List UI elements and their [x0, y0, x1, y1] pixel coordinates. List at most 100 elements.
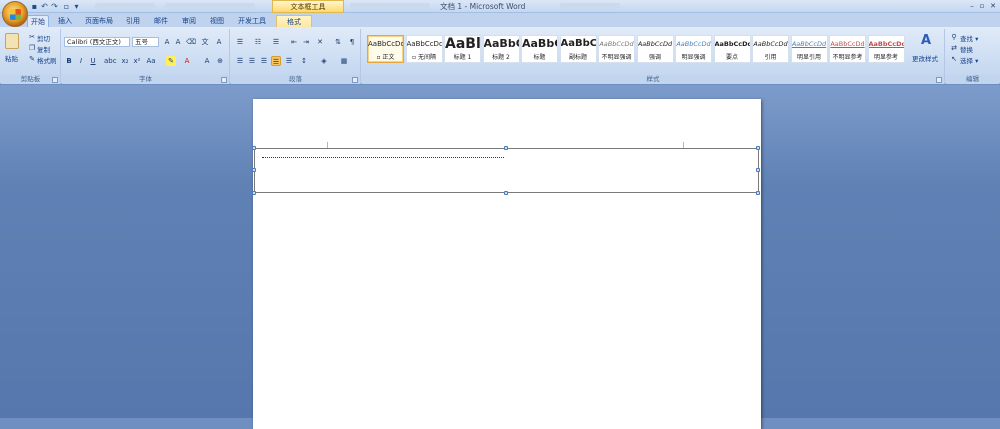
change-styles-button[interactable]: 更改样式	[912, 53, 938, 63]
strikethrough-icon[interactable]: abc	[104, 56, 117, 66]
style-item[interactable]: AaBbCcDd 不明显强调	[598, 35, 635, 63]
styles-launcher-icon[interactable]	[936, 77, 942, 83]
grow-font-icon[interactable]: A	[162, 37, 172, 47]
numbering-icon[interactable]: ☷	[253, 37, 263, 47]
change-case-icon[interactable]: Aa	[146, 56, 156, 66]
style-item[interactable]: AaBbCcDd 要点	[713, 35, 751, 63]
sort-icon[interactable]: ⇅	[333, 37, 343, 47]
style-item[interactable]: AaBbCcDd 强调	[636, 35, 674, 63]
copy-icon[interactable]: ❐	[27, 43, 37, 53]
select-button[interactable]: 选择 ▾	[960, 55, 978, 65]
font-color-icon[interactable]: A	[182, 56, 192, 66]
phonetic-guide-icon[interactable]: 文	[200, 37, 210, 47]
office-logo-icon	[10, 9, 21, 20]
cut-button[interactable]: 剪切	[37, 33, 50, 43]
chinese-layout-icon[interactable]: ✕	[315, 37, 325, 47]
distributed-icon[interactable]: ☰	[284, 56, 294, 66]
align-center-icon[interactable]: ☰	[247, 56, 257, 66]
line-spacing-icon[interactable]: ↕	[299, 56, 309, 66]
style-item[interactable]: AaBbC 标题	[521, 35, 558, 63]
undo-icon[interactable]: ↶	[40, 2, 49, 11]
qat-dropdown-icon[interactable]: ▾	[72, 2, 81, 11]
print-preview-icon[interactable]: ▫	[62, 2, 71, 11]
shrink-font-icon[interactable]: A	[173, 37, 183, 47]
font-launcher-icon[interactable]	[221, 77, 227, 83]
style-item[interactable]: AaBbCcDd ▫ 无间隔	[405, 35, 443, 63]
copy-button[interactable]: 复制	[37, 44, 50, 54]
clear-format-icon[interactable]: ⌫	[186, 37, 196, 47]
borders-icon[interactable]: ▦	[339, 56, 349, 66]
tab-page-layout[interactable]: 页面布局	[82, 15, 116, 27]
resize-handle[interactable]	[252, 191, 256, 195]
cut-icon[interactable]: ✂	[27, 32, 37, 42]
office-button[interactable]	[2, 1, 28, 27]
justify-icon[interactable]: ☰	[271, 56, 281, 66]
increase-indent-icon[interactable]: ⇥	[301, 37, 311, 47]
font-name-select[interactable]: Calibri (西文正文)	[64, 37, 130, 47]
resize-handle[interactable]	[252, 146, 256, 150]
clipboard-launcher-icon[interactable]	[52, 77, 58, 83]
resize-handle[interactable]	[756, 191, 760, 195]
tab-insert[interactable]: 插入	[55, 15, 75, 27]
align-left-icon[interactable]: ☰	[235, 56, 245, 66]
replace-button[interactable]: 替换	[960, 44, 973, 54]
change-styles-icon[interactable]: A	[918, 33, 934, 49]
char-border-icon[interactable]: ⊕	[215, 56, 225, 66]
close-icon[interactable]: ✕	[989, 2, 997, 10]
bullets-icon[interactable]: ☰	[235, 37, 245, 47]
tab-review[interactable]: 审阅	[179, 15, 199, 27]
char-shading-icon[interactable]: A	[202, 56, 212, 66]
find-icon[interactable]: ⚲	[949, 32, 959, 42]
replace-icon[interactable]: ⇄	[949, 43, 959, 53]
tab-mailings[interactable]: 邮件	[151, 15, 171, 27]
redo-icon[interactable]: ↷	[50, 2, 59, 11]
style-item[interactable]: AaBbCcDd ▫ 正文	[367, 35, 404, 63]
decrease-indent-icon[interactable]: ⇤	[289, 37, 299, 47]
text-box[interactable]	[254, 148, 759, 193]
resize-handle[interactable]	[504, 191, 508, 195]
maximize-icon[interactable]: ▫	[978, 2, 986, 10]
paste-icon[interactable]	[5, 33, 19, 49]
style-item[interactable]: AaBbCcDd 引用	[752, 35, 789, 63]
tab-view[interactable]: 视图	[207, 15, 227, 27]
select-icon[interactable]: ↖	[949, 54, 959, 64]
style-item[interactable]: AaBbCcDd 明显参考	[867, 35, 905, 63]
show-marks-icon[interactable]: ¶	[347, 37, 357, 47]
style-name: 不明显强调	[601, 54, 632, 61]
style-item[interactable]: AaBl 标题 1	[444, 35, 481, 63]
resize-handle[interactable]	[252, 168, 256, 172]
paste-label[interactable]: 粘贴	[5, 53, 18, 63]
minimize-icon[interactable]: –	[968, 2, 976, 10]
style-item[interactable]: AaBbC 标题 2	[482, 35, 520, 63]
style-name: 明显强调	[681, 54, 706, 61]
subscript-icon[interactable]: x₂	[120, 56, 130, 66]
shading-icon[interactable]: ◈	[319, 56, 329, 66]
style-item[interactable]: AaBbCcDd 明显引用	[790, 35, 828, 63]
tab-format[interactable]: 格式	[276, 15, 312, 27]
style-item[interactable]: AaBbCcDd 明显强调	[675, 35, 712, 63]
resize-handle[interactable]	[756, 168, 760, 172]
paragraph-launcher-icon[interactable]	[352, 77, 358, 83]
format-painter-icon[interactable]: ✎	[27, 54, 37, 64]
find-button[interactable]: 查找 ▾	[960, 33, 978, 43]
tab-home[interactable]: 开始	[27, 15, 49, 27]
style-item[interactable]: AaBbCcDd 不明显参考	[829, 35, 866, 63]
resize-handle[interactable]	[756, 146, 760, 150]
multilevel-list-icon[interactable]: ☰	[271, 37, 281, 47]
resize-handle[interactable]	[504, 146, 508, 150]
bold-icon[interactable]: B	[64, 56, 74, 66]
format-painter-button[interactable]: 格式刷	[37, 55, 57, 65]
style-item[interactable]: AaBbC 副标题	[559, 35, 597, 63]
tab-references[interactable]: 引用	[123, 15, 143, 27]
italic-icon[interactable]: I	[76, 56, 86, 66]
document-page[interactable]	[252, 99, 761, 429]
underline-icon[interactable]: U	[88, 56, 98, 66]
highlight-icon[interactable]: ✎	[166, 56, 176, 66]
enclosed-char-icon[interactable]: A	[214, 37, 224, 47]
font-size-select[interactable]: 五号	[132, 37, 159, 47]
align-right-icon[interactable]: ☰	[259, 56, 269, 66]
tab-developer[interactable]: 开发工具	[235, 15, 269, 27]
superscript-icon[interactable]: x²	[132, 56, 142, 66]
style-name: 明显引用	[796, 54, 821, 61]
save-icon[interactable]: ▪	[30, 2, 39, 11]
